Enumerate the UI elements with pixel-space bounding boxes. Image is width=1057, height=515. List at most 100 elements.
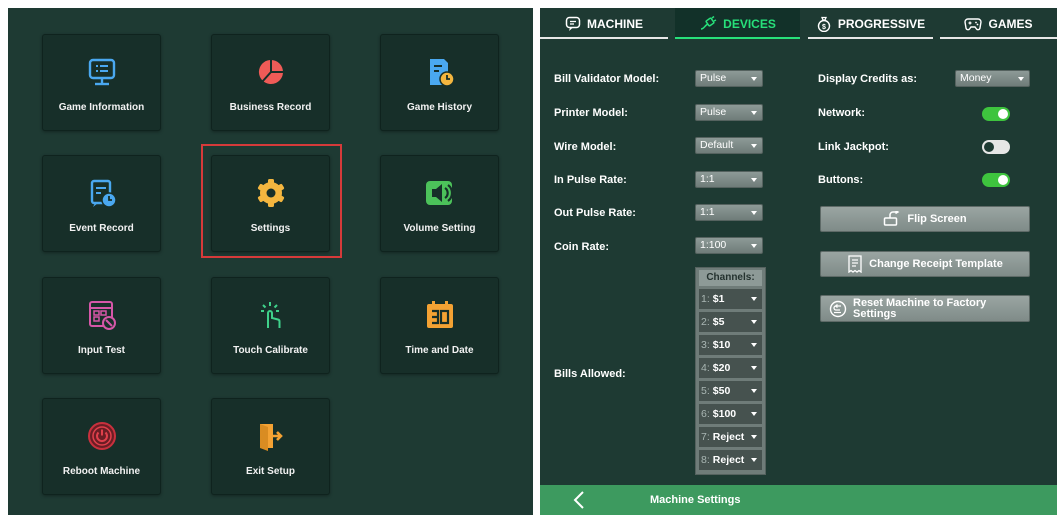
- bill-validator-model-select[interactable]: Pulse: [695, 70, 763, 87]
- tile-game-history[interactable]: Game History: [380, 34, 499, 131]
- select-value: 1:1: [700, 173, 715, 185]
- tile-time-and-date[interactable]: Time and Date: [380, 277, 499, 374]
- machine-settings-panel: MACHINE DEVICES $ PROGRESSIVE GAMES Bill…: [540, 8, 1057, 515]
- setup-menu-panel: Game Information Business Record Game Hi…: [8, 8, 533, 515]
- link-jackpot-label: Link Jackpot:: [818, 141, 889, 153]
- printer-model-select[interactable]: Pulse: [695, 104, 763, 121]
- tile-label: Game History: [406, 102, 473, 113]
- channel-value: $1: [712, 293, 725, 305]
- channel-number: 6:: [701, 408, 710, 420]
- bills-allowed-label: Bills Allowed:: [554, 368, 626, 380]
- channel-number: 2:: [701, 316, 710, 328]
- channel-select[interactable]: 5: $50: [699, 381, 762, 401]
- receipt-icon: [847, 255, 863, 273]
- network-toggle[interactable]: [982, 107, 1010, 121]
- tile-label: Business Record: [229, 102, 312, 113]
- select-value: Pulse: [700, 72, 727, 84]
- bills-allowed-channels: Channels: 1: $1 2: $5 3: $10 4: $20 5: $50 6:…: [695, 267, 766, 475]
- tile-label: Time and Date: [405, 345, 474, 356]
- tile-touch-calibrate[interactable]: Touch Calibrate: [211, 277, 330, 374]
- tab-underline-active: [675, 37, 800, 39]
- channel-select[interactable]: 1: $1: [699, 289, 762, 309]
- tile-exit-setup[interactable]: Exit Setup: [211, 398, 330, 495]
- channel-value: $50: [712, 385, 731, 397]
- reset-factory-button[interactable]: Reset Machine to Factory Settings: [820, 295, 1030, 322]
- channel-number: 4:: [701, 362, 710, 374]
- rotate-icon: [883, 211, 901, 227]
- chevron-down-icon: [751, 211, 757, 215]
- chevron-down-icon: [751, 366, 757, 370]
- tile-game-information[interactable]: Game Information: [42, 34, 161, 131]
- chevron-down-icon: [751, 297, 757, 301]
- channel-select[interactable]: 8: Reject: [699, 450, 762, 470]
- flip-screen-button[interactable]: Flip Screen: [820, 206, 1030, 232]
- tile-label: Event Record: [69, 223, 134, 234]
- chevron-down-icon: [751, 77, 757, 81]
- calendar-icon: [423, 298, 457, 332]
- chevron-down-icon: [751, 343, 757, 347]
- bottom-bar-title: Machine Settings: [650, 494, 741, 506]
- tile-business-record[interactable]: Business Record: [211, 34, 330, 131]
- channel-number: 5:: [701, 385, 710, 397]
- channel-select[interactable]: 2: $5: [699, 312, 762, 332]
- channel-select[interactable]: 4: $20: [699, 358, 762, 378]
- out-pulse-rate-label: Out Pulse Rate:: [554, 207, 636, 219]
- buttons-toggle[interactable]: [982, 173, 1010, 187]
- back-chevron-icon[interactable]: [570, 490, 590, 510]
- in-pulse-rate-select[interactable]: 1:1: [695, 171, 763, 188]
- chevron-down-icon: [751, 178, 757, 182]
- money-bag-icon: $: [816, 16, 832, 32]
- out-pulse-rate-select[interactable]: 1:1: [695, 204, 763, 221]
- channel-select[interactable]: 6: $100: [699, 404, 762, 424]
- display-credits-as-label: Display Credits as:: [818, 73, 918, 85]
- coin-rate-select[interactable]: 1:100: [695, 237, 763, 254]
- channel-value: Reject: [712, 431, 745, 443]
- tile-label: Exit Setup: [246, 466, 295, 477]
- tab-label: GAMES: [988, 16, 1033, 31]
- channel-select[interactable]: 3: $10: [699, 335, 762, 355]
- tile-label: Input Test: [77, 345, 126, 356]
- display-credits-as-select[interactable]: Money: [955, 70, 1030, 87]
- tab-games[interactable]: GAMES: [940, 8, 1057, 39]
- change-receipt-template-button[interactable]: Change Receipt Template: [820, 251, 1030, 277]
- svg-text:$: $: [822, 24, 826, 31]
- network-label: Network:: [818, 107, 866, 119]
- chevron-down-icon: [751, 458, 757, 462]
- power-icon: [85, 419, 119, 453]
- tile-event-record[interactable]: Event Record: [42, 155, 161, 252]
- channel-value: $5: [712, 316, 725, 328]
- button-label: Change Receipt Template: [869, 258, 1003, 270]
- tab-progressive[interactable]: $ PROGRESSIVE: [808, 8, 933, 39]
- chat-bubble-icon: [565, 16, 581, 32]
- document-clock-icon: [423, 55, 457, 89]
- chevron-down-icon: [751, 320, 757, 324]
- tab-label: MACHINE: [587, 16, 643, 31]
- button-label: Reset Machine to Factory Settings: [853, 296, 987, 320]
- tile-reboot-machine[interactable]: Reboot Machine: [42, 398, 161, 495]
- link-jackpot-toggle[interactable]: [982, 140, 1010, 154]
- channel-value: $20: [712, 362, 731, 374]
- in-pulse-rate-label: In Pulse Rate:: [554, 174, 627, 186]
- tab-label: PROGRESSIVE: [837, 16, 926, 31]
- channel-number: 7:: [701, 431, 710, 443]
- toggle-knob: [998, 175, 1008, 185]
- buttons-label: Buttons:: [818, 174, 864, 186]
- toggle-knob: [998, 109, 1008, 119]
- tab-machine[interactable]: MACHINE: [540, 8, 668, 39]
- tab-devices[interactable]: DEVICES: [675, 8, 800, 39]
- select-value: Pulse: [700, 106, 727, 118]
- chevron-down-icon: [751, 244, 757, 248]
- bottom-bar: Machine Settings: [540, 485, 1057, 515]
- channel-value: $100: [712, 408, 737, 420]
- wire-model-select[interactable]: Default: [695, 137, 763, 154]
- reset-icon: [829, 300, 847, 318]
- channel-select[interactable]: 7: Reject: [699, 427, 762, 447]
- tile-input-test[interactable]: Input Test: [42, 277, 161, 374]
- tile-label: Game Information: [58, 102, 145, 113]
- channel-number: 3:: [701, 339, 710, 351]
- chevron-down-icon: [751, 389, 757, 393]
- coin-rate-label: Coin Rate:: [554, 241, 609, 253]
- chevron-down-icon: [751, 144, 757, 148]
- button-label: Flip Screen: [907, 213, 967, 225]
- tile-volume-setting[interactable]: Volume Setting: [380, 155, 499, 252]
